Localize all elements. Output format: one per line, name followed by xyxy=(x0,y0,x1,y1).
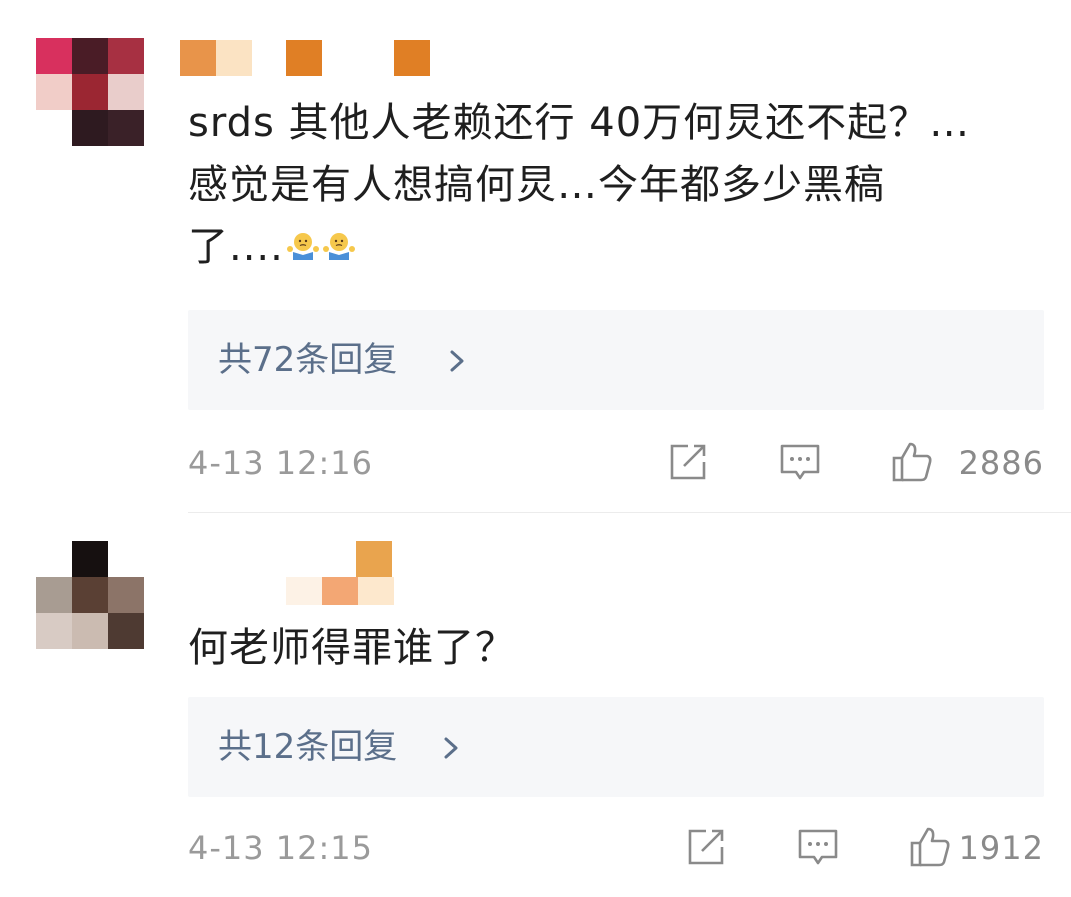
username[interactable] xyxy=(180,40,440,76)
like-count: 1912 xyxy=(958,829,1044,867)
view-replies-button[interactable]: 共72条回复 xyxy=(188,310,1044,410)
share-icon[interactable] xyxy=(684,825,728,869)
like-count: 2886 xyxy=(958,444,1044,482)
chevron-right-icon xyxy=(444,737,458,759)
comment-item: 何老师得罪谁了？ 共12条回复 4-13 12:15 1912 xyxy=(0,513,1071,897)
thumbs-up-icon[interactable] xyxy=(890,440,934,484)
comment-icon[interactable] xyxy=(778,440,822,484)
shrug-emoji-icon xyxy=(322,233,355,260)
comment-icon[interactable] xyxy=(796,825,840,869)
view-replies-button[interactable]: 共12条回复 xyxy=(188,697,1044,797)
reply-count-label: 共72条回复 xyxy=(218,340,398,380)
comment-item: srds 其他人老赖还行 40万何炅还不起？… 感觉是有人想搞何炅…今年都多少黑… xyxy=(0,0,1071,513)
reply-count-label: 共12条回复 xyxy=(218,727,398,767)
username[interactable] xyxy=(286,541,546,605)
chevron-right-icon xyxy=(450,350,464,372)
avatar[interactable] xyxy=(36,38,144,146)
avatar[interactable] xyxy=(36,541,144,649)
comment-footer: 4-13 12:16 2886 xyxy=(188,440,1044,490)
comment-footer: 4-13 12:15 1912 xyxy=(188,825,1044,875)
share-icon[interactable] xyxy=(666,440,710,484)
timestamp: 4-13 12:16 xyxy=(188,444,374,482)
timestamp: 4-13 12:15 xyxy=(188,829,374,867)
comment-text: srds 其他人老赖还行 40万何炅还不起？… 感觉是有人想搞何炅…今年都多少黑… xyxy=(188,100,971,270)
shrug-emoji-icon xyxy=(286,233,319,260)
thumbs-up-icon[interactable] xyxy=(908,825,952,869)
comment-text: 何老师得罪谁了？ xyxy=(188,625,516,671)
